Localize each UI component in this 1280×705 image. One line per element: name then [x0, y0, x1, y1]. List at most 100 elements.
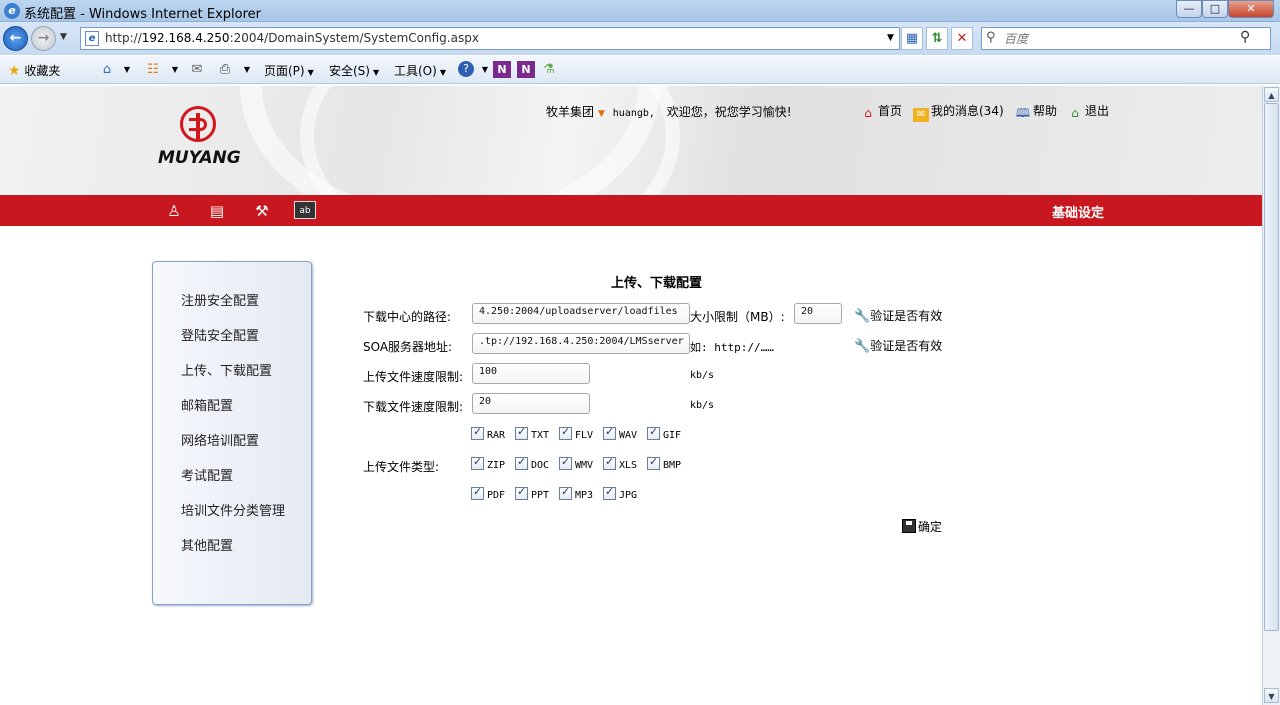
search-box[interactable]: ⚲ ⚲	[981, 27, 1271, 50]
checkbox[interactable]	[603, 485, 616, 500]
exit-house-icon: ⌂	[1071, 106, 1079, 120]
checkbox[interactable]	[647, 425, 660, 440]
download-speed-input[interactable]: 20	[472, 393, 590, 414]
safety-menu[interactable]: 安全(S) ▼	[329, 62, 379, 79]
filetype-checkbox-rar[interactable]: RAR	[471, 425, 505, 441]
vertical-scrollbar[interactable]: ▲ ▼	[1262, 86, 1280, 705]
sidebar-item-login-security[interactable]: 登陆安全配置	[181, 325, 259, 344]
home-icon[interactable]: ⌂	[98, 61, 116, 78]
scroll-down-icon[interactable]: ▼	[1264, 688, 1279, 703]
tools-icon[interactable]: ⚒	[251, 201, 273, 221]
filetype-checkbox-pdf[interactable]: PDF	[471, 485, 505, 501]
filetype-checkbox-xls[interactable]: XLS	[603, 455, 637, 471]
history-dropdown-icon[interactable]: ▼	[60, 32, 67, 42]
upload-speed-input[interactable]: 100	[472, 363, 590, 384]
group-dropdown-icon[interactable]: ▼	[598, 109, 605, 119]
config-sidebar: 注册安全配置 登陆安全配置 上传、下载配置 邮箱配置 网络培训配置 考试配置 培…	[152, 261, 312, 605]
print-icon[interactable]: ⎙	[216, 61, 234, 78]
page-icon: e	[85, 31, 99, 46]
help-dropdown-icon[interactable]: ▼	[476, 61, 494, 78]
filetype-checkbox-txt[interactable]: TXT	[515, 425, 549, 441]
feeds-dropdown-icon[interactable]: ▼	[166, 61, 184, 78]
checkbox[interactable]	[515, 455, 528, 470]
envelope-icon: ✉	[913, 108, 929, 122]
scroll-thumb[interactable]	[1264, 103, 1279, 631]
onenote-linked-icon[interactable]: N	[517, 61, 535, 78]
checkbox[interactable]	[559, 455, 572, 470]
address-dropdown-icon[interactable]: ▼	[887, 33, 894, 43]
sidebar-item-mailbox[interactable]: 邮箱配置	[181, 395, 233, 414]
address-row: ← → ▼ e http://192.168.4.250:2004/Domain…	[0, 22, 1280, 55]
feeds-icon[interactable]: ☷	[144, 61, 162, 78]
sidebar-item-file-category[interactable]: 培训文件分类管理	[181, 500, 285, 519]
mail-icon[interactable]: ✉	[188, 61, 206, 78]
refresh-icon[interactable]: ⇅	[926, 27, 948, 50]
muyang-logo-icon	[180, 106, 216, 142]
back-button[interactable]: ←	[3, 26, 28, 51]
document-icon[interactable]: ▤	[206, 201, 228, 221]
checkbox[interactable]	[515, 485, 528, 500]
sidebar-item-exam[interactable]: 考试配置	[181, 465, 233, 484]
checkbox[interactable]	[471, 425, 484, 440]
tools-menu[interactable]: 工具(O) ▼	[394, 62, 446, 79]
checkbox[interactable]	[559, 425, 572, 440]
download-path-input[interactable]: 4.250:2004/uploadserver/loadfiles	[472, 303, 690, 324]
page-menu[interactable]: 页面(P) ▼	[264, 62, 314, 79]
sidebar-item-online-training[interactable]: 网络培训配置	[181, 430, 259, 449]
filetype-checkbox-wmv[interactable]: WMV	[559, 455, 593, 471]
soa-hint: 如: http://……	[690, 341, 774, 354]
favorites-button[interactable]: ★ 收藏夹	[8, 62, 60, 79]
close-window-button[interactable]: ✕	[1228, 0, 1274, 18]
checkbox[interactable]	[647, 455, 660, 470]
size-limit-input[interactable]: 20	[794, 303, 842, 324]
group-selector[interactable]: 牧羊集团	[546, 105, 594, 119]
board-icon[interactable]: ab	[294, 201, 316, 219]
messages-link[interactable]: ✉ 我的消息(34)	[913, 102, 1004, 122]
checkbox[interactable]	[471, 455, 484, 470]
sidebar-item-register-security[interactable]: 注册安全配置	[181, 290, 259, 309]
scroll-up-icon[interactable]: ▲	[1264, 87, 1279, 102]
filetype-checkbox-bmp[interactable]: BMP	[647, 455, 681, 471]
search-icon[interactable]: ⚲	[1240, 29, 1250, 45]
size-limit-label: 大小限制（MB）:	[690, 310, 785, 324]
checkbox[interactable]	[471, 485, 484, 500]
filetype-checkbox-zip[interactable]: ZIP	[471, 455, 505, 471]
save-disk-icon	[902, 519, 916, 533]
filetype-checkbox-gif[interactable]: GIF	[647, 425, 681, 441]
verify-soa-link[interactable]: 🔧验证是否有效	[854, 337, 942, 354]
filetype-checkbox-jpg[interactable]: JPG	[603, 485, 637, 501]
verify-path-link[interactable]: 🔧验证是否有效	[854, 307, 942, 324]
help-icon[interactable]: ?	[458, 61, 474, 77]
maximize-button[interactable]: □	[1202, 0, 1228, 18]
filetype-checkbox-wav[interactable]: WAV	[603, 425, 637, 441]
soa-input[interactable]: .tp://192.168.4.250:2004/LMSserver	[472, 333, 690, 354]
minimize-button[interactable]: —	[1176, 0, 1202, 18]
confirm-button[interactable]: 确定	[902, 518, 942, 535]
url-text[interactable]: http://192.168.4.250:2004/DomainSystem/S…	[105, 31, 479, 45]
research-icon[interactable]: ⚗	[540, 61, 558, 78]
sidebar-item-other[interactable]: 其他配置	[181, 535, 233, 554]
sidebar-item-upload-download[interactable]: 上传、下载配置	[181, 360, 272, 379]
command-bar: ★ 收藏夹 ⌂ ▼ ☷ ▼ ✉ ⎙ ▼ 页面(P) ▼ 安全(S) ▼ 工具(O) ▼…	[0, 56, 1280, 84]
filetype-checkbox-mp3[interactable]: MP3	[559, 485, 593, 501]
home-dropdown-icon[interactable]: ▼	[118, 61, 136, 78]
help-link[interactable]: 🕮 帮助	[1015, 102, 1057, 120]
checkbox[interactable]	[515, 425, 528, 440]
print-dropdown-icon[interactable]: ▼	[238, 61, 256, 78]
checkbox[interactable]	[603, 455, 616, 470]
filetype-checkbox-ppt[interactable]: PPT	[515, 485, 549, 501]
filetype-checkbox-doc[interactable]: DOC	[515, 455, 549, 471]
checkbox[interactable]	[603, 425, 616, 440]
window-title: 系统配置 - Windows Internet Explorer	[24, 7, 261, 22]
filetype-checkbox-flv[interactable]: FLV	[559, 425, 593, 441]
search-input[interactable]	[1004, 30, 1234, 47]
address-bar[interactable]: e http://192.168.4.250:2004/DomainSystem…	[80, 27, 900, 50]
checkbox[interactable]	[559, 485, 572, 500]
logout-link[interactable]: ⌂ 退出	[1067, 102, 1109, 120]
onenote-icon[interactable]: N	[493, 61, 511, 78]
forward-button[interactable]: →	[31, 26, 56, 51]
home-link[interactable]: ⌂ 首页	[860, 102, 902, 120]
compatibility-view-icon[interactable]: ▦	[901, 27, 923, 50]
stop-icon[interactable]: ✕	[951, 27, 973, 50]
user-admin-icon[interactable]: ♙	[163, 201, 185, 221]
